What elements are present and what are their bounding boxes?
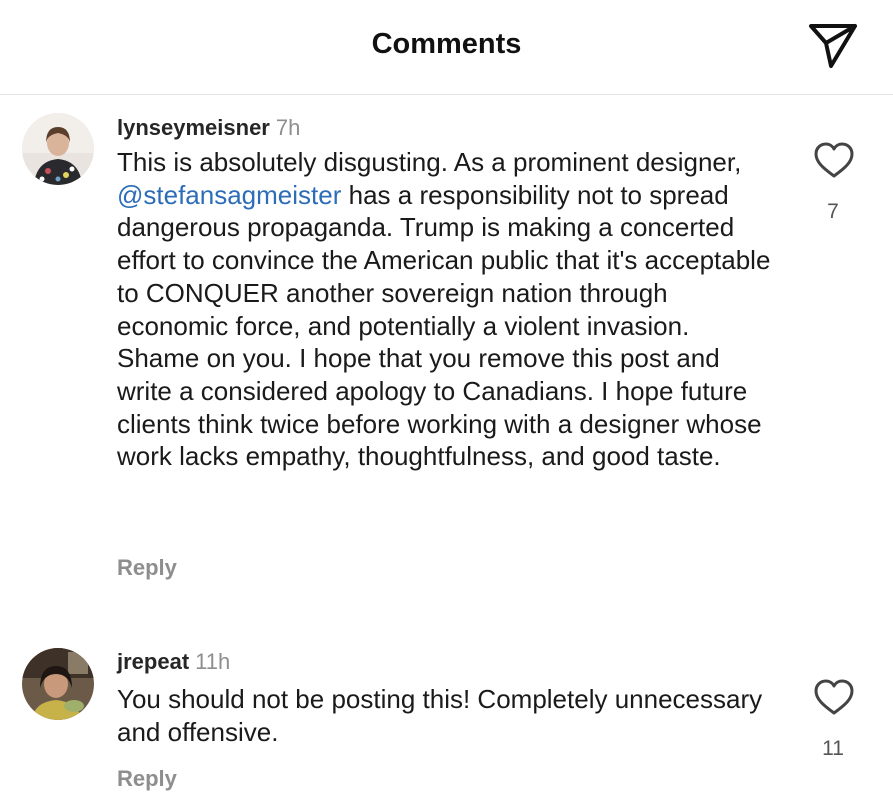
reply-button[interactable]: Reply	[117, 555, 177, 581]
comment-meta: jrepeat 11h	[117, 649, 230, 675]
like-button[interactable]	[813, 679, 855, 717]
share-button[interactable]	[806, 20, 860, 68]
page-title: Comments	[371, 28, 522, 60]
comment-text: You should not be posting this! Complete…	[117, 684, 763, 747]
like-count: 7	[827, 200, 839, 223]
username[interactable]: lynseymeisner	[117, 115, 270, 140]
mention-link[interactable]: @stefansagmeister	[117, 180, 341, 210]
comment-meta: lynseymeisner 7h	[117, 115, 300, 141]
like-button[interactable]	[813, 142, 855, 180]
heart-icon	[814, 142, 854, 178]
username[interactable]: jrepeat	[117, 649, 189, 674]
comments-header: Comments	[0, 0, 893, 95]
comment-text: This is absolutely disgusting. As a prom…	[117, 146, 777, 473]
avatar[interactable]	[22, 648, 94, 720]
timestamp: 7h	[275, 115, 301, 140]
reply-button[interactable]: Reply	[117, 766, 177, 792]
send-icon	[809, 24, 857, 68]
avatar[interactable]	[22, 113, 94, 185]
comment-text-end: has a responsibility not to spread dange…	[117, 179, 771, 472]
heart-icon	[814, 679, 854, 715]
timestamp: 11h	[195, 649, 231, 674]
like-count: 11	[822, 737, 844, 760]
comment-text-start: This is absolutely disgusting. As a prom…	[117, 147, 742, 177]
